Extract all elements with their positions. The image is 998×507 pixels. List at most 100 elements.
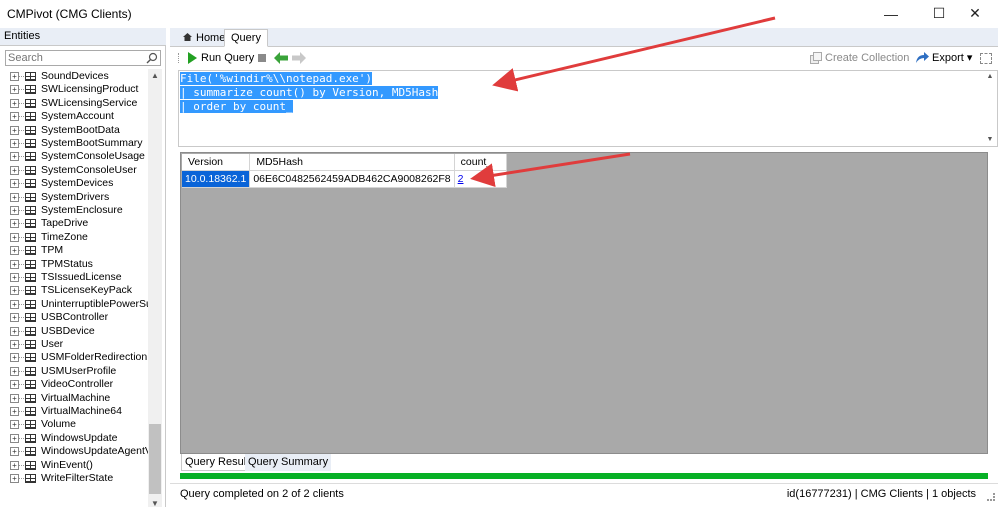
run-icon[interactable] — [188, 52, 197, 64]
tree-item[interactable]: + TimeZone — [0, 231, 148, 244]
expand-icon[interactable]: + — [10, 286, 19, 296]
cell-count[interactable]: 2 — [454, 170, 507, 188]
expand-icon[interactable]: + — [10, 139, 19, 148]
minimize-button[interactable]: — — [868, 0, 914, 27]
expand-icon[interactable]: + — [10, 125, 19, 135]
table-row[interactable]: 10.0.18362.1 06E6C0482562459ADB462CA9008… — [182, 170, 507, 188]
editor-scrollbar[interactable]: ▲ ▼ — [983, 71, 997, 146]
back-arrow-icon[interactable] — [274, 52, 288, 64]
tree-item[interactable]: + SystemBootSummary — [0, 137, 148, 150]
expand-icon[interactable]: + — [10, 407, 19, 416]
pin-icon[interactable] — [980, 53, 992, 64]
cell-md5hash[interactable]: 06E6C0482562459ADB462CA9008262F8 — [249, 170, 455, 188]
search-icon[interactable] — [146, 52, 158, 64]
expand-icon[interactable]: + — [10, 112, 19, 122]
expand-icon[interactable]: + — [10, 98, 19, 108]
search-input[interactable] — [6, 51, 136, 65]
results-header-row: Version MD5Hash count_ — [182, 154, 507, 171]
expand-icon[interactable]: + — [10, 206, 19, 215]
expand-icon[interactable]: + — [10, 447, 19, 457]
tree-item[interactable]: + USMUserProfile — [0, 365, 148, 378]
resize-grip-icon[interactable] — [987, 493, 995, 501]
expand-icon[interactable]: + — [10, 353, 19, 363]
expand-icon[interactable]: + — [10, 273, 19, 282]
query-editor[interactable]: File('%windir%\\notepad.exe') | summariz… — [178, 70, 998, 147]
expand-icon[interactable]: + — [10, 219, 19, 229]
table-icon — [25, 353, 36, 363]
editor-scroll-up-icon[interactable]: ▲ — [983, 71, 997, 83]
search-box[interactable] — [5, 50, 161, 66]
tree-item[interactable]: + WinEvent() — [0, 459, 148, 472]
tree-item[interactable]: + SystemAccount — [0, 110, 148, 123]
expand-icon[interactable]: + — [10, 246, 19, 256]
expand-icon[interactable]: + — [10, 380, 19, 390]
expand-icon[interactable]: + — [10, 259, 19, 269]
tree-item[interactable]: + USBDevice — [0, 325, 148, 338]
tree-item[interactable]: + VideoController — [0, 378, 148, 391]
expand-icon[interactable]: + — [10, 433, 19, 443]
tree-item[interactable]: + SystemDevices — [0, 177, 148, 190]
expand-icon[interactable]: + — [10, 72, 19, 81]
scroll-up-icon[interactable]: ▲ — [148, 69, 162, 83]
expand-icon[interactable]: + — [10, 192, 19, 202]
tree-item[interactable]: + VirtualMachine — [0, 392, 148, 405]
scroll-thumb[interactable] — [149, 424, 161, 494]
column-header-version[interactable]: Version — [182, 154, 251, 171]
tree-item-label: VirtualMachine64 — [41, 405, 122, 417]
expand-icon[interactable]: + — [10, 85, 19, 95]
expand-icon[interactable]: + — [10, 152, 19, 162]
export-button[interactable]: Export ▾ — [932, 51, 972, 66]
expand-icon[interactable]: + — [10, 165, 19, 175]
expand-icon[interactable]: + — [10, 179, 19, 189]
table-icon — [25, 206, 36, 215]
tree-item[interactable]: + SystemConsoleUsage — [0, 150, 148, 163]
tree-item[interactable]: + SystemDrivers — [0, 191, 148, 204]
expand-icon[interactable]: + — [10, 340, 19, 349]
count-link[interactable]: 2 — [458, 173, 464, 185]
tree-connector — [19, 156, 24, 158]
editor-scroll-down-icon[interactable]: ▼ — [983, 134, 997, 146]
tree-item[interactable]: + VirtualMachine64 — [0, 405, 148, 418]
tree-item[interactable]: + TPMStatus — [0, 258, 148, 271]
tree-item[interactable]: + User — [0, 338, 148, 351]
tree-item[interactable]: + WindowsUpdate — [0, 432, 148, 445]
tree-item[interactable]: + TPM — [0, 244, 148, 257]
create-collection-button[interactable]: Create Collection — [825, 51, 909, 66]
tree-item[interactable]: + TSIssuedLicense — [0, 271, 148, 284]
expand-icon[interactable]: + — [10, 420, 19, 430]
expand-icon[interactable]: + — [10, 366, 19, 376]
column-header-count[interactable]: count_ — [454, 154, 507, 171]
tree-item[interactable]: + WriteFilterState — [0, 472, 148, 485]
tree-item[interactable]: + SystemEnclosure — [0, 204, 148, 217]
tree-item[interactable]: + Volume — [0, 418, 148, 431]
tree-item[interactable]: + WindowsUpdateAgentVers — [0, 445, 148, 458]
forward-arrow-icon[interactable] — [292, 52, 306, 64]
tree-item[interactable]: + SoundDevices — [0, 70, 148, 83]
stop-icon[interactable] — [258, 54, 266, 62]
tree-item[interactable]: + USMFolderRedirectionHea — [0, 351, 148, 364]
tree-item[interactable]: + TapeDrive — [0, 217, 148, 230]
tree-item[interactable]: + SystemConsoleUser — [0, 164, 148, 177]
tree-item[interactable]: + SystemBootData — [0, 124, 148, 137]
tab-query[interactable]: Query — [224, 29, 268, 47]
query-text[interactable]: File('%windir%\\notepad.exe') | summariz… — [180, 72, 439, 114]
run-query-button[interactable]: Run Query — [201, 51, 254, 66]
entity-tree-vertical-scrollbar[interactable]: ▲ ▼ — [148, 69, 162, 507]
scroll-down-icon[interactable]: ▼ — [148, 497, 162, 507]
expand-icon[interactable]: + — [10, 393, 19, 403]
tree-item[interactable]: + USBController — [0, 311, 148, 324]
tree-item[interactable]: + SWLicensingProduct — [0, 83, 148, 96]
expand-icon[interactable]: + — [10, 460, 19, 470]
cell-version[interactable]: 10.0.18362.1 — [182, 170, 251, 188]
expand-icon[interactable]: + — [10, 313, 19, 323]
expand-icon[interactable]: + — [10, 299, 19, 309]
tree-item[interactable]: + UninterruptiblePowerSupply — [0, 298, 148, 311]
tree-item[interactable]: + TSLicenseKeyPack — [0, 284, 148, 297]
expand-icon[interactable]: + — [10, 326, 19, 336]
expand-icon[interactable]: + — [10, 232, 19, 242]
tree-item[interactable]: + SWLicensingService — [0, 97, 148, 110]
expand-icon[interactable]: + — [10, 474, 19, 483]
tab-query-summary[interactable]: Query Summary — [245, 454, 332, 471]
close-button[interactable]: ✕ — [952, 0, 998, 27]
column-header-md5hash[interactable]: MD5Hash — [249, 154, 455, 171]
